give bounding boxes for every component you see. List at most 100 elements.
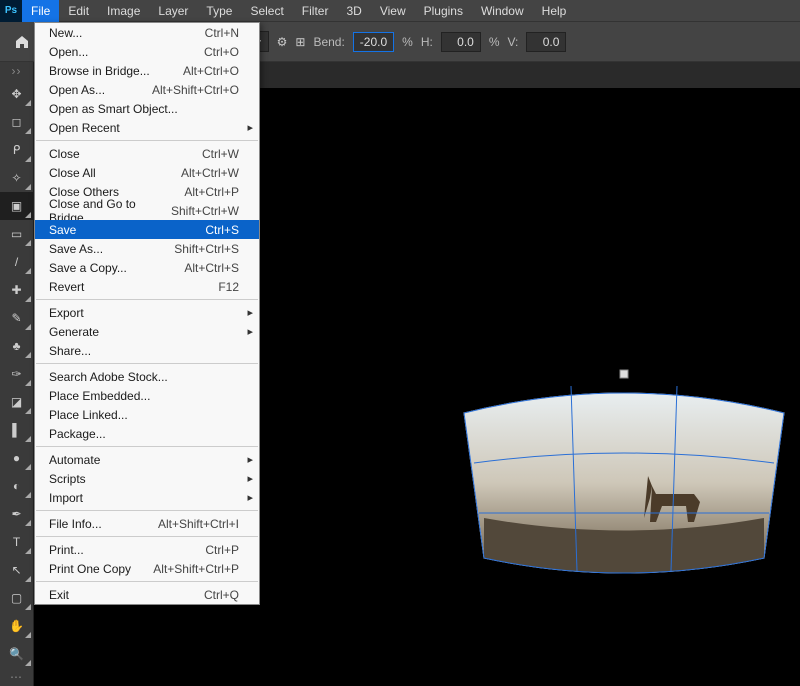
menu-item-label: Place Linked...: [49, 408, 128, 422]
pct-2: %: [489, 35, 500, 49]
menu-item-browse-in-bridge[interactable]: Browse in Bridge...Alt+Ctrl+O: [35, 61, 259, 80]
menu-item-import[interactable]: Import: [35, 488, 259, 507]
menu-help[interactable]: Help: [533, 0, 576, 22]
stamp-tool[interactable]: ♣: [0, 332, 33, 360]
menu-item-revert[interactable]: RevertF12: [35, 277, 259, 296]
menu-item-search-adobe-stock[interactable]: Search Adobe Stock...: [35, 367, 259, 386]
menu-item-open-recent[interactable]: Open Recent: [35, 118, 259, 137]
menu-item-save-a-copy[interactable]: Save a Copy...Alt+Ctrl+S: [35, 258, 259, 277]
menu-layer[interactable]: Layer: [149, 0, 197, 22]
menu-view[interactable]: View: [371, 0, 415, 22]
lasso-tool[interactable]: ᑭ: [0, 136, 33, 164]
move-tool[interactable]: ✥: [0, 80, 33, 108]
menu-item-open-as[interactable]: Open As... Alt+Shift+Ctrl+O: [35, 80, 259, 99]
menu-item-label: Open...: [49, 45, 88, 59]
menu-3d[interactable]: 3D: [337, 0, 370, 22]
menu-item-automate[interactable]: Automate: [35, 450, 259, 469]
menu-item-print[interactable]: Print...Ctrl+P: [35, 540, 259, 559]
menu-item-label: File Info...: [49, 517, 102, 531]
h-label: H:: [421, 35, 433, 49]
menu-item-close-and-go-to-bridge[interactable]: Close and Go to Bridge...Shift+Ctrl+W: [35, 201, 259, 220]
home-button[interactable]: [8, 28, 36, 56]
menu-item-generate[interactable]: Generate: [35, 322, 259, 341]
menu-item-shortcut: Ctrl+Q: [204, 588, 239, 602]
menu-item-shortcut: Alt+Shift+Ctrl+O: [152, 83, 239, 97]
menu-item-save[interactable]: Save Ctrl+S: [35, 220, 259, 239]
menu-type[interactable]: Type: [197, 0, 241, 22]
menu-window[interactable]: Window: [472, 0, 533, 22]
menu-item-label: Save: [49, 223, 76, 237]
path-tool[interactable]: ↖: [0, 556, 33, 584]
type-tool[interactable]: T: [0, 528, 33, 556]
toolbox-more[interactable]: ⋯: [0, 668, 33, 686]
menu-item-open[interactable]: Open... Ctrl+O: [35, 42, 259, 61]
warped-image[interactable]: [454, 368, 794, 593]
menu-item-label: Close: [49, 147, 80, 161]
menu-item-close-all[interactable]: Close All Alt+Ctrl+W: [35, 163, 259, 182]
menu-item-file-info[interactable]: File Info...Alt+Shift+Ctrl+I: [35, 514, 259, 533]
menu-edit[interactable]: Edit: [59, 0, 98, 22]
blur-tool[interactable]: ●: [0, 444, 33, 472]
menu-item-label: Open as Smart Object...: [49, 102, 178, 116]
ps-logo: Ps: [0, 0, 22, 22]
menu-item-shortcut: Shift+Ctrl+S: [174, 242, 239, 256]
gradient-tool[interactable]: ▌: [0, 416, 33, 444]
toolbox-handle[interactable]: ››: [0, 62, 33, 80]
marquee-tool[interactable]: ◻: [0, 108, 33, 136]
bend-label: Bend:: [313, 35, 344, 49]
menu-item-shortcut: Ctrl+S: [205, 223, 239, 237]
menu-item-share[interactable]: Share...: [35, 341, 259, 360]
menu-image[interactable]: Image: [98, 0, 149, 22]
menu-file[interactable]: File: [22, 0, 59, 22]
bend-input[interactable]: -20.0: [353, 32, 394, 52]
menu-item-new[interactable]: New...Ctrl+N: [35, 23, 259, 42]
menu-item-package[interactable]: Package...: [35, 424, 259, 443]
brush-tool[interactable]: ✎: [0, 304, 33, 332]
menu-item-shortcut: Ctrl+P: [205, 543, 239, 557]
dodge-tool[interactable]: ◐: [0, 472, 33, 500]
v-input[interactable]: 0.0: [526, 32, 566, 52]
home-icon: [14, 34, 30, 50]
menu-item-shortcut: Alt+Ctrl+W: [181, 166, 239, 180]
menu-item-label: Generate: [49, 325, 99, 339]
menu-select[interactable]: Select: [241, 0, 292, 22]
toolbox: ›› ✥◻ᑭ✧▣▭/✚✎♣✑◪▌●◐✒T↖▢✋🔍 ⋯: [0, 62, 34, 686]
h-input[interactable]: 0.0: [441, 32, 481, 52]
eraser-tool[interactable]: ◪: [0, 388, 33, 416]
orientation-icon[interactable]: ⊞: [295, 35, 305, 49]
menu-item-shortcut: Alt+Ctrl+S: [184, 261, 239, 275]
pct-1: %: [402, 35, 413, 49]
menu-item-label: Exit: [49, 588, 69, 602]
menu-item-shortcut: Ctrl+W: [202, 147, 239, 161]
menu-item-place-embedded[interactable]: Place Embedded...: [35, 386, 259, 405]
menu-item-label: Close All: [49, 166, 96, 180]
hand-tool[interactable]: ✋: [0, 612, 33, 640]
shape-tool[interactable]: ▢: [0, 584, 33, 612]
menu-item-print-one-copy[interactable]: Print One CopyAlt+Shift+Ctrl+P: [35, 559, 259, 578]
history-brush-tool[interactable]: ✑: [0, 360, 33, 388]
menu-item-save-as[interactable]: Save As... Shift+Ctrl+S: [35, 239, 259, 258]
pen-tool[interactable]: ✒: [0, 500, 33, 528]
menu-item-export[interactable]: Export: [35, 303, 259, 322]
menubar: Ps FileEditImageLayerTypeSelectFilter3DV…: [0, 0, 800, 22]
menu-item-label: Browse in Bridge...: [49, 64, 150, 78]
wand-tool[interactable]: ✧: [0, 164, 33, 192]
menu-item-label: Package...: [49, 427, 106, 441]
menu-item-place-linked[interactable]: Place Linked...: [35, 405, 259, 424]
menu-item-shortcut: F12: [218, 280, 239, 294]
menu-item-label: Search Adobe Stock...: [49, 370, 168, 384]
menu-item-shortcut: Ctrl+O: [204, 45, 239, 59]
menu-item-close[interactable]: Close Ctrl+W: [35, 144, 259, 163]
menu-filter[interactable]: Filter: [293, 0, 338, 22]
warp-options-icon[interactable]: ⚙: [277, 35, 288, 49]
menu-plugins[interactable]: Plugins: [415, 0, 472, 22]
eyedropper-tool[interactable]: /: [0, 248, 33, 276]
crop-tool[interactable]: ▣: [0, 192, 33, 220]
menu-item-scripts[interactable]: Scripts: [35, 469, 259, 488]
healing-tool[interactable]: ✚: [0, 276, 33, 304]
zoom-tool[interactable]: 🔍: [0, 640, 33, 668]
menu-item-open-as-smart-object[interactable]: Open as Smart Object...: [35, 99, 259, 118]
frame-tool[interactable]: ▭: [0, 220, 33, 248]
menu-item-label: Open As...: [49, 83, 105, 97]
menu-item-label: Save As...: [49, 242, 103, 256]
